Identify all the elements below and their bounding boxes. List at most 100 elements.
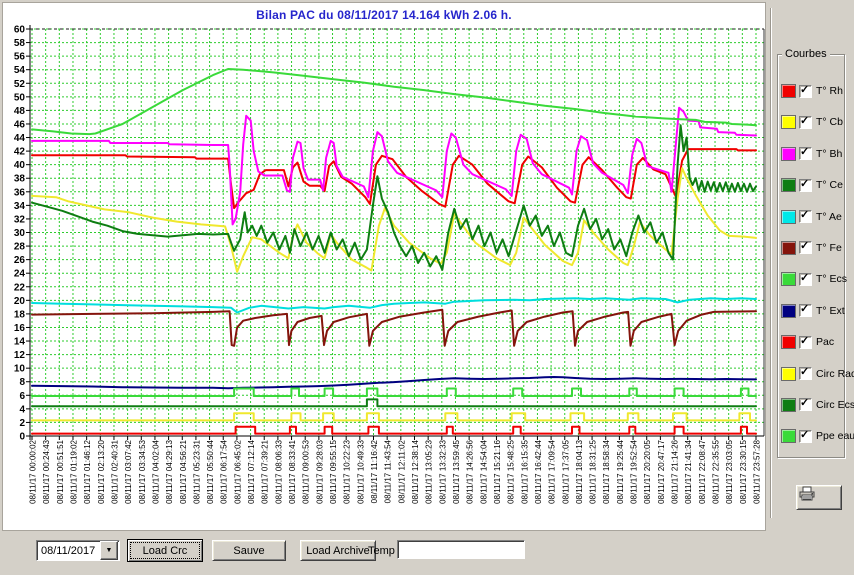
dropdown-arrow-icon[interactable]: ▼: [100, 541, 118, 560]
legend-item-t-ce[interactable]: ✓ T° Ce: [781, 175, 844, 195]
svg-text:08/11/17 21:41:34: 08/11/17 21:41:34: [684, 439, 693, 503]
color-swatch: [781, 178, 796, 193]
checkbox-t-fe[interactable]: ✓: [799, 240, 812, 255]
svg-text:08/11/17 11:43:54: 08/11/17 11:43:54: [384, 439, 393, 503]
svg-text:32: 32: [14, 214, 26, 225]
checkbox-t-cb[interactable]: ✓: [799, 115, 812, 129]
legend-item-label: T° Ecs: [816, 273, 848, 286]
temp-input[interactable]: [397, 540, 525, 559]
color-swatch: [781, 209, 796, 224]
checkmark-icon: ✓: [800, 271, 810, 284]
color-swatch: [781, 240, 796, 255]
svg-text:08/11/17 16:15:35: 08/11/17 16:15:35: [520, 439, 529, 503]
svg-text:52: 52: [14, 79, 26, 90]
svg-text:50: 50: [14, 92, 26, 103]
svg-text:34: 34: [14, 201, 26, 212]
svg-text:54: 54: [14, 65, 26, 76]
checkmark-icon: ✓: [800, 146, 810, 159]
svg-text:08/11/17 14:26:56: 08/11/17 14:26:56: [466, 439, 475, 503]
svg-text:18: 18: [14, 309, 26, 320]
svg-text:08/11/17 04:02:04: 08/11/17 04:02:04: [151, 439, 160, 503]
svg-text:08/11/17 13:59:45: 08/11/17 13:59:45: [452, 439, 461, 503]
legend-item-t-ext[interactable]: ✓ T° Ext: [781, 301, 845, 321]
checkmark-icon: ✓: [800, 177, 810, 190]
svg-text:08/11/17 03:07:42: 08/11/17 03:07:42: [124, 439, 133, 503]
print-button[interactable]: [796, 485, 842, 510]
svg-text:20: 20: [14, 296, 26, 307]
load-crc-button[interactable]: Load Crc: [127, 539, 203, 562]
load-archive-button[interactable]: Load Archive: [300, 540, 376, 561]
checkmark-icon: ✓: [800, 240, 810, 253]
svg-text:08/11/17 23:57:28: 08/11/17 23:57:28: [753, 439, 762, 503]
svg-text:08/11/17 09:28:03: 08/11/17 09:28:03: [315, 439, 324, 503]
legend-item-t-rh[interactable]: ✓ T° Rh: [781, 81, 844, 101]
svg-text:08/11/17 14:54:04: 08/11/17 14:54:04: [479, 439, 488, 503]
svg-text:08/11/17 22:35:55: 08/11/17 22:35:55: [712, 439, 721, 503]
svg-text:08/11/17 23:03:05: 08/11/17 23:03:05: [725, 439, 734, 503]
checkbox-t-ecs[interactable]: ✓: [799, 271, 812, 286]
color-swatch: [781, 84, 796, 98]
date-combobox-value: 08/11/2017: [41, 544, 96, 557]
svg-text:08/11/17 18:04:13: 08/11/17 18:04:13: [575, 439, 584, 503]
svg-text:08/11/17 04:56:21: 08/11/17 04:56:21: [179, 439, 188, 503]
checkbox-t-bh[interactable]: ✓: [799, 146, 812, 161]
svg-text:08/11/17 04:29:13: 08/11/17 04:29:13: [165, 439, 174, 503]
color-swatch: [781, 397, 796, 412]
svg-text:08/11/17 06:17:54: 08/11/17 06:17:54: [220, 439, 229, 503]
svg-text:08/11/17 01:19:02: 08/11/17 01:19:02: [69, 439, 78, 503]
legend-item-t-bh[interactable]: ✓ T° Bh: [781, 144, 844, 164]
legend-item-label: T° Ext: [816, 304, 845, 317]
checkmark-icon: ✓: [800, 366, 810, 379]
svg-text:08/11/17 22:08:47: 08/11/17 22:08:47: [698, 439, 707, 503]
checkmark-icon: ✓: [800, 303, 810, 316]
svg-text:08/11/17 07:12:14: 08/11/17 07:12:14: [247, 439, 256, 503]
svg-text:08/11/17 12:38:14: 08/11/17 12:38:14: [411, 439, 420, 503]
color-swatch: [781, 429, 796, 444]
svg-text:08/11/17 19:52:54: 08/11/17 19:52:54: [630, 439, 639, 503]
panel-divider-highlight: [771, 8, 772, 518]
svg-text:08/11/17 18:31:25: 08/11/17 18:31:25: [589, 439, 598, 503]
checkbox-circ-rad[interactable]: ✓: [799, 366, 812, 381]
svg-text:08/11/17 05:50:44: 08/11/17 05:50:44: [206, 439, 215, 503]
legend-item-label: T° Cb: [816, 116, 843, 129]
legend-item-t-ae[interactable]: ✓ T° Ae: [781, 207, 844, 227]
svg-text:08/11/17 11:16:42: 08/11/17 11:16:42: [370, 439, 379, 503]
legend-item-t-cb[interactable]: ✓ T° Cb: [781, 112, 844, 132]
legend-item-t-fe[interactable]: ✓ T° Fe: [781, 238, 844, 258]
svg-text:38: 38: [14, 174, 26, 185]
checkmark-icon: ✓: [800, 209, 810, 222]
svg-text:08/11/17 16:42:44: 08/11/17 16:42:44: [534, 439, 543, 503]
legend-item-t-ecs[interactable]: ✓ T° Ecs: [781, 269, 848, 289]
checkbox-t-ext[interactable]: ✓: [799, 303, 812, 318]
legend-item-label: Ppe eau: [816, 430, 854, 443]
svg-text:08/11/17 10:49:33: 08/11/17 10:49:33: [356, 439, 365, 503]
date-combobox[interactable]: 08/11/2017 ▼: [36, 540, 120, 561]
legend-item-circ-ecs[interactable]: ✓ Circ Ecs: [781, 395, 854, 415]
svg-text:16: 16: [14, 323, 26, 334]
temp-label: Temp: [368, 545, 395, 557]
legend-items: ✓ T° Rh ✓ T° Cb ✓ T° Bh ✓ T° Ce ✓ T° Ae ✓ T° Fe ✓ T° …: [778, 55, 854, 458]
checkbox-t-ae[interactable]: ✓: [799, 209, 812, 224]
checkbox-t-rh[interactable]: ✓: [799, 84, 812, 98]
svg-text:08/11/17 17:09:54: 08/11/17 17:09:54: [548, 439, 557, 503]
checkbox-t-ce[interactable]: ✓: [799, 177, 812, 192]
svg-text:0: 0: [19, 432, 25, 443]
svg-text:08/11/17 12:11:02: 08/11/17 12:11:02: [397, 439, 406, 503]
svg-text:08/11/17 20:47:17: 08/11/17 20:47:17: [657, 439, 666, 503]
svg-text:30: 30: [14, 228, 26, 239]
legend-item-pac[interactable]: ✓ Pac: [781, 332, 844, 352]
svg-text:08/11/17 00:51:51: 08/11/17 00:51:51: [56, 439, 65, 503]
svg-text:40: 40: [14, 160, 26, 171]
checkbox-pac[interactable]: ✓: [799, 335, 812, 349]
checkbox-circ-ecs[interactable]: ✓: [799, 397, 812, 412]
sauve-button[interactable]: Sauve: [212, 540, 286, 561]
svg-text:08/11/17 07:39:21: 08/11/17 07:39:21: [261, 439, 270, 503]
svg-text:60: 60: [14, 25, 26, 36]
svg-text:08/11/17 02:40:31: 08/11/17 02:40:31: [110, 439, 119, 503]
legend-item-circ-rad[interactable]: ✓ Circ Rad: [781, 364, 854, 384]
svg-text:42: 42: [14, 147, 26, 158]
checkbox-ppe-eau[interactable]: ✓: [799, 429, 812, 443]
svg-text:08/11/17 17:37:05: 08/11/17 17:37:05: [561, 439, 570, 503]
svg-text:08/11/17 00:00:02: 08/11/17 00:00:02: [29, 439, 38, 503]
legend-item-ppe-eau[interactable]: ✓ Ppe eau: [781, 426, 854, 446]
